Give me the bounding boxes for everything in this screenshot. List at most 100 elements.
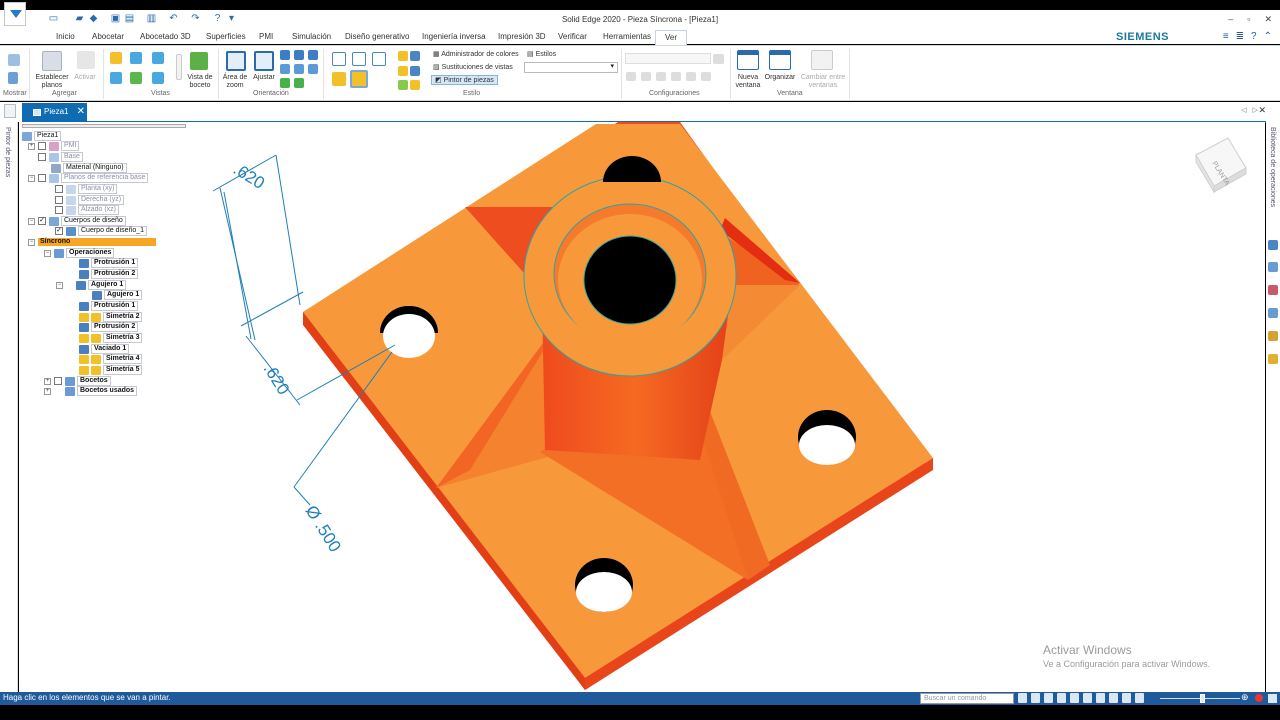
visibility-checkbox[interactable] [38, 142, 46, 150]
library-icon[interactable] [1268, 240, 1278, 250]
shaded-icon[interactable] [332, 72, 346, 86]
previous-view-icon[interactable] [294, 78, 304, 88]
monitor-icon[interactable] [1268, 308, 1278, 318]
tab-abocetado-3d[interactable]: Abocetado 3D [140, 32, 191, 41]
reflection-icon[interactable] [398, 80, 408, 90]
zoom-icon[interactable] [1057, 693, 1066, 703]
globe-icon[interactable] [410, 66, 420, 76]
nueva-ventana-icon[interactable] [737, 50, 759, 70]
tree-item-prot1b[interactable]: Protrusión 1 [79, 301, 139, 311]
tree-item-bocetos-usados[interactable]: + Bocetos usados [44, 386, 138, 396]
tree-item-cuerpos[interactable]: − ✓ Cuerpos de diseño [28, 216, 126, 226]
area-zoom-button[interactable]: Área de zoom [220, 74, 250, 90]
layers-icon[interactable]: ≣ [1236, 31, 1244, 42]
organizar-icon[interactable] [769, 50, 791, 70]
visibility-checkbox[interactable] [55, 185, 63, 193]
rotate-icon[interactable] [308, 50, 318, 60]
view-top-icon[interactable] [130, 52, 142, 64]
nueva-ventana-button[interactable]: Nueva ventana [732, 74, 764, 90]
minimize-button[interactable]: – [1228, 14, 1233, 25]
tree-item-planta[interactable]: Planta (xy) [55, 184, 118, 194]
tree-item-prot2[interactable]: Protrusión 2 [79, 269, 139, 279]
collapse-icon[interactable]: − [28, 238, 35, 246]
collapse-icon[interactable]: − [28, 174, 35, 182]
tree-item-planos[interactable]: − Planos de referencia base [28, 173, 149, 183]
ajustar-icon[interactable] [254, 51, 274, 71]
display-icon[interactable] [1109, 693, 1118, 703]
mostrar-icon-2[interactable] [8, 72, 18, 84]
part-model[interactable]: .620 .620 Ø .500 PLANTA [19, 122, 1265, 692]
tree-root[interactable]: Pieza1 [22, 131, 62, 141]
record-icon[interactable] [1255, 694, 1263, 702]
zoom-out-icon[interactable] [294, 64, 304, 74]
style-select[interactable]: ▾ [524, 62, 618, 73]
visibility-checkbox[interactable] [54, 377, 62, 385]
close-all-icon[interactable]: ✕ [1258, 105, 1266, 116]
pintor-piezas-pane-tab[interactable]: Pintor de piezas [4, 127, 11, 177]
rotate-icon[interactable] [1083, 693, 1092, 703]
vista-boceto-button[interactable]: Vista de boceto [184, 74, 216, 90]
establecer-planos-icon[interactable] [42, 51, 62, 71]
sustituciones-button[interactable]: ▨ Sustituciones de vistas [433, 63, 513, 71]
expand-icon[interactable]: + [44, 377, 51, 385]
tree-item-alzado[interactable]: Alzado (xz) [55, 205, 120, 215]
tree-item-vaciado1[interactable]: Vaciado 1 [79, 344, 130, 354]
pane-toggle-icon[interactable] [4, 104, 16, 118]
area-zoom-icon[interactable] [226, 51, 246, 71]
view-front-icon[interactable] [152, 52, 164, 64]
tab-verificar[interactable]: Verificar [558, 32, 587, 41]
view-cube[interactable]: PLANTA [1195, 137, 1247, 194]
admin-colores-button[interactable]: ▦ Administrador de colores [433, 50, 519, 58]
establecer-planos-button[interactable]: Establecer planos [33, 74, 71, 90]
visibility-checkbox[interactable] [38, 153, 46, 161]
tree-item-derecha[interactable]: Derecha (yz) [55, 195, 125, 205]
pintor-button[interactable]: ◩ Pintor de piezas [431, 75, 498, 85]
zoom-in-icon[interactable] [280, 64, 290, 74]
chevron-left-icon[interactable]: ◁ [1241, 106, 1246, 114]
tab-herramientas[interactable]: Herramientas [603, 32, 651, 41]
zoom-slider-thumb[interactable] [1200, 694, 1205, 703]
chevron-right-icon[interactable]: ▷ [1253, 106, 1258, 114]
visibility-checkbox[interactable] [55, 196, 63, 204]
tab-abocetar[interactable]: Abocetar [92, 32, 124, 41]
view-iso-icon[interactable] [110, 52, 122, 64]
shadow-icon[interactable] [410, 80, 420, 90]
document-tab[interactable]: Pieza1 ✕ [22, 103, 87, 121]
visible-edges-icon[interactable] [352, 52, 366, 66]
arrow-right-icon[interactable] [1018, 693, 1027, 703]
estilos-button[interactable]: ▤ Estilos [527, 50, 556, 58]
views-scroll-icon[interactable] [176, 54, 182, 80]
tree-item-base[interactable]: Base [38, 152, 83, 162]
app-logo-icon[interactable] [4, 2, 26, 26]
tree-item-prot2b[interactable]: Protrusión 2 [79, 322, 139, 332]
collapse-icon[interactable]: − [56, 281, 63, 289]
biblioteca-operaciones-pane-tab[interactable]: Biblioteca de operaciones [1269, 127, 1276, 207]
close-icon[interactable]: ✕ [77, 103, 85, 121]
tree-item-material[interactable]: Material (Ninguno) [51, 163, 127, 173]
pan-icon[interactable] [294, 50, 304, 60]
wireframe-icon[interactable] [332, 52, 346, 66]
visibility-checkbox[interactable]: ✓ [38, 217, 46, 225]
texture-icon[interactable] [410, 51, 420, 61]
ribbon-minimize-icon[interactable]: ⌃ [1264, 31, 1272, 42]
tree-item-agujero1[interactable]: − Agujero 1 [56, 280, 127, 290]
tree-item-sim2[interactable]: Simetría 2 [79, 312, 143, 322]
settings-icon[interactable] [1268, 331, 1278, 341]
help-icon[interactable]: ? [1251, 31, 1257, 42]
list-icon[interactable]: ≡ [1223, 31, 1229, 42]
tree-item-sim4[interactable]: Simetría 4 [79, 354, 143, 364]
hidden-edges-icon[interactable] [372, 52, 386, 66]
tab-simulacion[interactable]: Simulación [292, 32, 331, 41]
refresh-icon[interactable] [280, 78, 290, 88]
tab-ingenieria-inversa[interactable]: Ingeniería inversa [422, 32, 486, 41]
collapse-icon[interactable]: − [28, 217, 35, 225]
tree-item-bocetos[interactable]: + Bocetos [44, 376, 111, 386]
command-search-input[interactable]: Buscar un comando [920, 693, 1014, 704]
sketch-view-icon[interactable] [1122, 693, 1131, 703]
view-back-icon[interactable] [152, 72, 164, 84]
tree-item-sim5[interactable]: Simetría 5 [79, 365, 143, 375]
tab-inicio[interactable]: Inicio [56, 32, 75, 41]
restore-button[interactable]: ▫ [1247, 14, 1250, 25]
spin-icon[interactable] [308, 64, 318, 74]
view-left-icon[interactable] [130, 72, 142, 84]
